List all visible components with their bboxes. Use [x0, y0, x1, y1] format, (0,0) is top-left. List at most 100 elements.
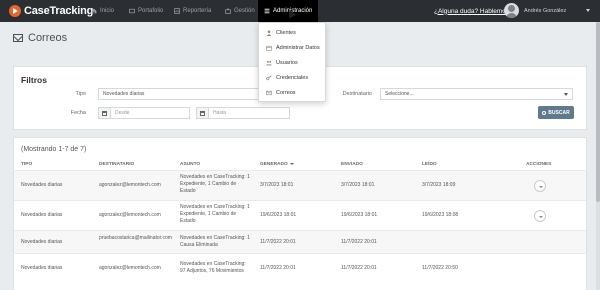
cell-leido: 19/6/2023 18:08 — [422, 212, 459, 218]
column-header-destinatario[interactable]: DESTINATARIO — [99, 162, 134, 167]
menu-item-correos-label: Correos — [276, 90, 296, 96]
cell-destinatario: agonzalez@lemontech.com — [99, 182, 161, 188]
fecha-hasta-input[interactable]: Hasta — [196, 107, 290, 119]
user-icon — [266, 30, 272, 36]
destinatario-label: Destinatario — [342, 91, 372, 97]
menu-item-credenciales-label: Credenciales — [276, 75, 309, 81]
calendar-icon — [99, 108, 111, 118]
cell-destinatario: pruebacostarica@mailinator.com — [99, 235, 172, 241]
row-actions-dropdown-button[interactable] — [534, 180, 546, 192]
cell-tipo: Novedades diarias — [21, 239, 63, 245]
tipo-select-value: Novedades diarias — [103, 91, 145, 97]
menu-icon — [264, 8, 270, 14]
column-header-leido[interactable]: LEÍDO — [422, 162, 437, 167]
home-icon — [91, 8, 97, 14]
user-name[interactable]: Andrés González — [524, 0, 566, 22]
fecha-label: Fecha — [70, 110, 86, 116]
menu-item-usuarios-label: Usuarios — [276, 60, 298, 66]
desde-placeholder: Desde — [115, 110, 130, 116]
destinatario-select[interactable]: Seleccione... — [380, 88, 573, 100]
results-panel: (Mostrando 1-7 de 7) TIPO DESTINATARIO A… — [13, 137, 587, 290]
cell-tipo: Novedades diarias — [21, 212, 63, 218]
casetracking-logo[interactable]: CaseTracking — [9, 4, 93, 18]
calendar-icon — [197, 108, 209, 118]
nav-label-inicio: Inicio — [100, 8, 115, 14]
hasta-placeholder: Hasta — [213, 110, 227, 116]
tipo-label: Tipo — [75, 91, 87, 97]
calendar-icon — [266, 45, 272, 51]
cell-enviado: 11/7/2022 20:01 — [341, 239, 377, 245]
buscar-button-label: BUSCAR — [548, 109, 570, 116]
menu-item-clientes[interactable]: Clientes — [266, 28, 296, 38]
cell-destinatario: agonzalez@lemontech.com — [99, 265, 161, 271]
column-header-generado[interactable]: GENERADO — [260, 162, 294, 167]
filters-title: Filtros — [21, 75, 47, 85]
cell-asunto: Novedades en CaseTracking: 97 Adjuntos, … — [180, 261, 246, 274]
search-icon — [542, 110, 547, 115]
cell-destinatario: agonzalez@lemontech.com — [99, 212, 161, 218]
cell-generado: 11/7/2022 20:01 — [260, 239, 296, 245]
envelope-icon — [13, 34, 23, 42]
scrollbar-thumb[interactable] — [596, 22, 600, 202]
menu-item-administrar-datos-label: Administrar Datos — [276, 45, 320, 51]
cell-enviado: 11/7/2022 20:01 — [341, 265, 377, 271]
results-count: (Mostrando 1-7 de 7) — [21, 146, 87, 153]
cell-generado: 19/6/2023 18:01 — [260, 212, 297, 218]
help-link[interactable]: ¿Alguna duda? Hablemos — [434, 0, 509, 22]
column-header-asunto[interactable]: ASUNTO — [180, 162, 200, 167]
cell-asunto: Novedades en CaseTracking: 1 Expediente,… — [180, 174, 250, 194]
key-icon — [266, 75, 272, 81]
menu-item-credenciales[interactable]: Credenciales — [266, 73, 308, 83]
column-header-enviado[interactable]: ENVIADO — [341, 162, 363, 167]
row-actions-dropdown-button[interactable] — [534, 210, 546, 222]
cell-leido: 3/7/2023 18:09 — [422, 182, 456, 188]
cell-asunto: Novedades en CaseTracking: 1 Expediente,… — [180, 204, 250, 224]
nav-label-reporteria: Reportería — [183, 8, 212, 14]
fecha-desde-input[interactable]: Desde — [98, 107, 190, 119]
chart-icon — [174, 8, 180, 14]
logo-text: CaseTracking — [24, 5, 94, 17]
nav-label-gestion: Gestión — [234, 8, 255, 14]
menu-item-correos[interactable]: Correos — [266, 88, 296, 98]
nav-item-gestion[interactable]: Gestión — [225, 0, 255, 22]
logo-play-icon — [9, 5, 21, 17]
destinatario-select-value: Seleccione... — [385, 91, 414, 97]
page-title-text: Correos — [28, 32, 68, 44]
table-row: Novedades diarias pruebacostarica@mailin… — [14, 230, 586, 253]
table-row: Novedades diarias agonzalez@lemontech.co… — [14, 170, 586, 200]
page-title: Correos — [13, 32, 67, 44]
buscar-button[interactable]: BUSCAR — [538, 106, 574, 119]
column-header-generado-label: GENERADO — [260, 162, 288, 167]
table-row: Novedades diarias agonzalez@lemontech.co… — [14, 253, 586, 283]
column-header-acciones: ACCIONES — [526, 162, 552, 167]
user-avatar[interactable] — [504, 3, 519, 18]
cell-enviado: 19/6/2023 18:01 — [341, 212, 378, 218]
nav-label-portafolio: Portafolio — [138, 8, 164, 14]
menu-item-administrar-datos[interactable]: Administrar Datos — [266, 43, 320, 53]
cell-generado: 3/7/2023 18:01 — [260, 182, 294, 188]
admin-dropdown-menu: Clientes Administrar Datos Usuarios Cred… — [258, 22, 326, 102]
folder-icon — [129, 8, 135, 14]
nav-item-inicio[interactable]: Inicio — [91, 0, 114, 22]
nav-item-reporteria[interactable]: Reportería — [174, 0, 211, 22]
briefcase-icon — [225, 8, 231, 14]
menu-item-clientes-label: Clientes — [276, 30, 296, 36]
cell-asunto: Novedades en CaseTracking: 1 Causa Elimi… — [180, 235, 250, 248]
tipo-select[interactable]: Novedades diarias — [98, 88, 274, 100]
cell-enviado: 3/7/2023 18:01 — [341, 182, 375, 188]
cell-tipo: Novedades diarias — [21, 182, 63, 188]
chevron-down-icon[interactable] — [586, 9, 590, 12]
users-icon — [266, 60, 272, 66]
cell-generado: 11/7/2022 20:01 — [260, 265, 296, 271]
envelope-icon — [266, 90, 272, 96]
page-scrollbar[interactable] — [596, 22, 600, 290]
table-row: Novedades diarias agonzalez@lemontech.co… — [14, 200, 586, 230]
top-navbar: CaseTracking Inicio Portafolio Reporterí… — [0, 0, 600, 22]
menu-item-usuarios[interactable]: Usuarios — [266, 58, 298, 68]
cell-leido: 11/7/2022 20:50 — [422, 265, 458, 271]
chevron-down-icon — [564, 93, 568, 96]
nav-item-portafolio[interactable]: Portafolio — [129, 0, 163, 22]
column-header-tipo[interactable]: TIPO — [21, 162, 32, 167]
sort-desc-icon — [289, 162, 294, 165]
cell-tipo: Novedades diarias — [21, 265, 63, 271]
